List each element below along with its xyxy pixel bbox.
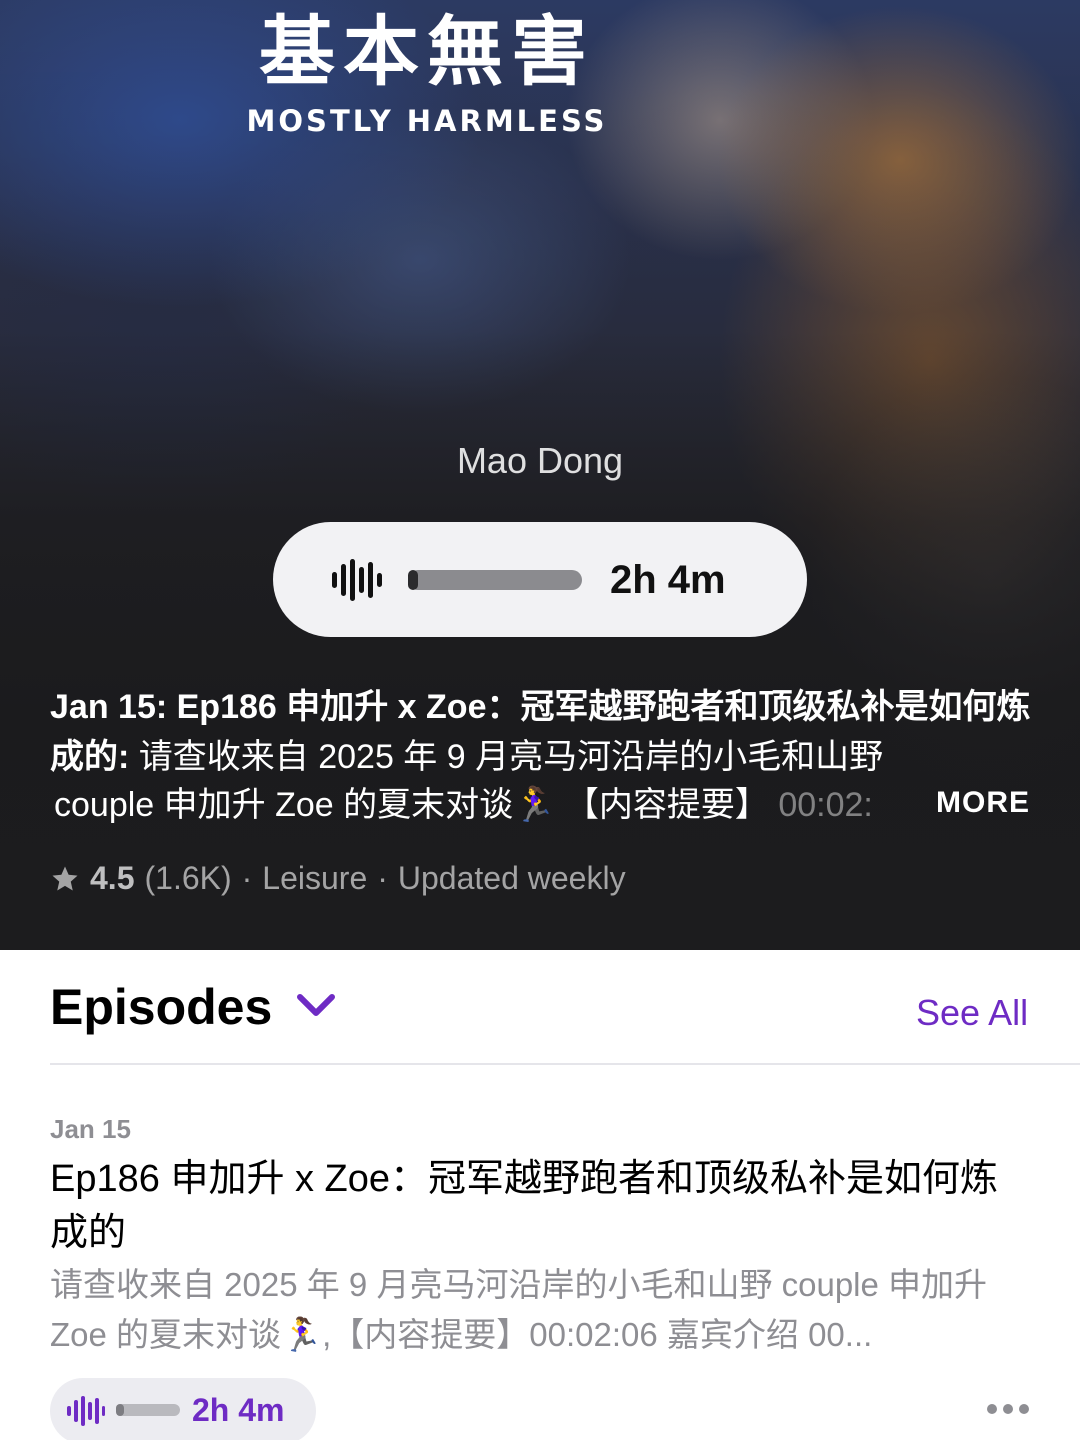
episodes-heading[interactable]: Episodes xyxy=(50,978,272,1036)
rating-value: 4.5 xyxy=(90,860,135,896)
podcast-meta: 4.5 (1.6K) · Leisure · Updated weekly xyxy=(50,860,626,897)
more-options-icon[interactable] xyxy=(986,1402,1030,1416)
update-frequency: Updated weekly xyxy=(397,860,626,896)
section-divider xyxy=(50,1063,1080,1065)
latest-episode-summary: 请查收来自 2025 年 9 月亮马河沿岸的小毛和山野 xyxy=(129,738,884,776)
summary-text: couple 申加升 Zoe 的夏末对谈🏃‍♀️ 【内容提要】 xyxy=(54,786,769,824)
meta-separator: · xyxy=(241,860,253,896)
playback-progress-fill xyxy=(408,570,419,590)
episode-date: Jan 15 xyxy=(50,1114,131,1144)
latest-episode-summary-line: couple 申加升 Zoe 的夏末对谈🏃‍♀️ 【内容提要】 00:02: xyxy=(54,780,924,830)
artwork-title: 基本無害 xyxy=(259,7,595,96)
meta-separator: · xyxy=(377,860,388,896)
podcast-author[interactable]: Mao Dong xyxy=(0,440,1080,482)
podcast-hero: 基本無害 MOSTLY HARMLESS Mao Dong 2h 4m Jan … xyxy=(0,0,1080,950)
waveform-icon xyxy=(332,559,382,601)
see-all-button[interactable]: See All xyxy=(916,992,1028,1034)
episode-progress-fill xyxy=(116,1404,124,1416)
rating-count: (1.6K) xyxy=(144,860,232,896)
episode-duration: 2h 4m xyxy=(610,558,726,602)
star-icon xyxy=(52,866,78,890)
episode-title[interactable]: Ep186 申加升 x Zoe：冠军越野跑者和顶级私补是如何炼成的 xyxy=(50,1152,1010,1260)
summary-faded-text: 00:02: xyxy=(768,786,873,824)
chevron-down-icon[interactable] xyxy=(296,992,336,1020)
episode-description: 请查收来自 2025 年 9 月亮马河沿岸的小毛和山野 couple 申加升 Z… xyxy=(50,1266,988,1353)
episode-progress-bar xyxy=(116,1404,180,1416)
episode-duration: 2h 4m xyxy=(192,1392,285,1428)
latest-episode-description[interactable]: Jan 15: Ep186 申加升 x Zoe：冠军越野跑者和顶级私补是如何炼成… xyxy=(50,682,1040,782)
category-link[interactable]: Leisure xyxy=(262,860,367,897)
artwork-subtitle: MOSTLY HARMLESS xyxy=(246,104,608,138)
waveform-icon xyxy=(67,1396,105,1426)
playback-progress-bar xyxy=(408,570,582,590)
more-button[interactable]: MORE xyxy=(936,786,1030,820)
